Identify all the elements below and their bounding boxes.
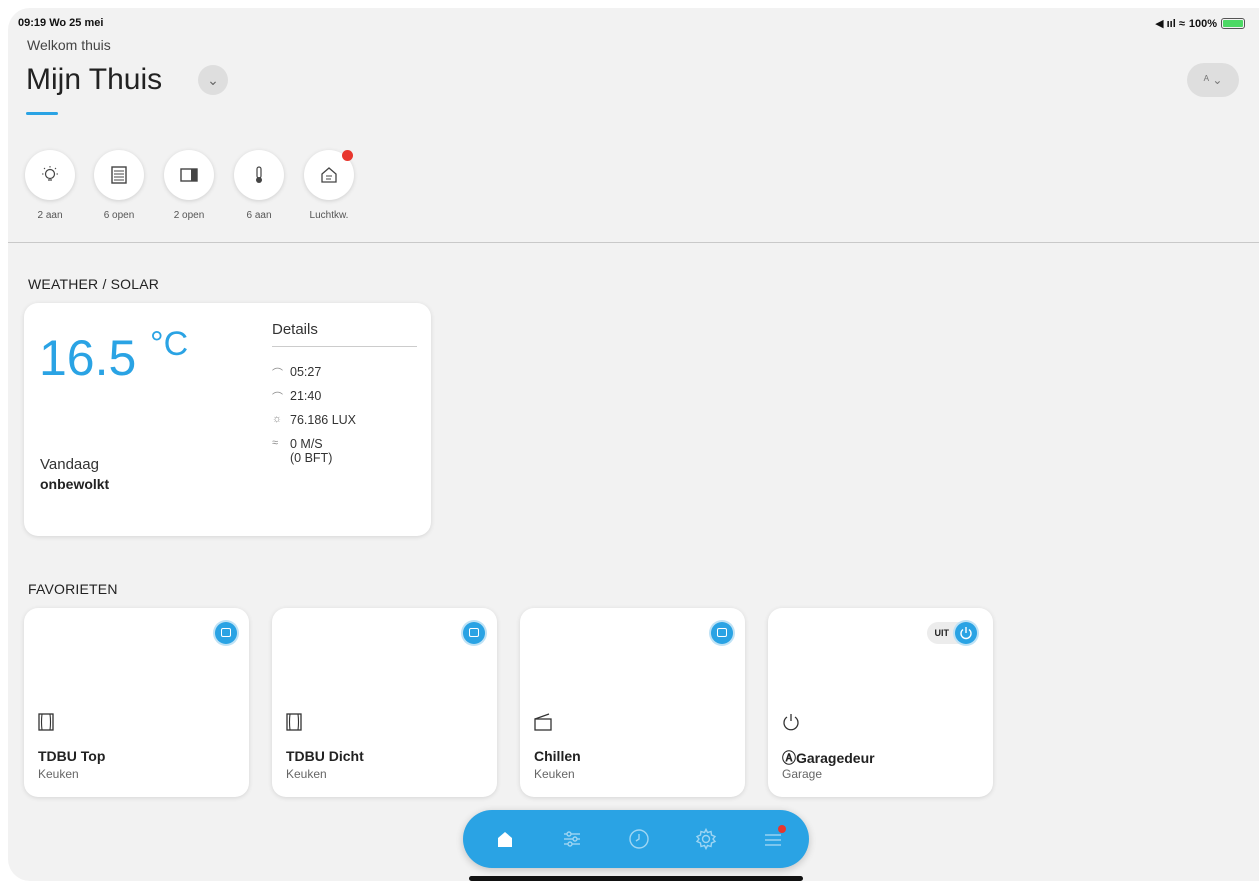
power-state-label: UIT bbox=[934, 628, 950, 638]
quick-label: 2 aan bbox=[37, 210, 63, 221]
power-toggle[interactable]: UIT bbox=[926, 622, 977, 644]
favorite-card-tdbu-top[interactable]: TDBU Top Keuken bbox=[24, 608, 249, 797]
welcome-text: Welkom thuis bbox=[27, 37, 111, 53]
quick-label: 2 open bbox=[173, 210, 205, 221]
quick-label: 6 aan bbox=[246, 210, 272, 221]
favorite-card-tdbu-dicht[interactable]: TDBU Dicht Keuken bbox=[272, 608, 497, 797]
notification-dot bbox=[342, 150, 353, 161]
bottom-navigation bbox=[463, 810, 809, 868]
status-time: 09:19 Wo 25 mei bbox=[18, 17, 104, 29]
air-quality-icon[interactable] bbox=[304, 150, 354, 200]
favorite-title: Chillen bbox=[534, 748, 581, 764]
favorite-room: Keuken bbox=[534, 767, 575, 781]
wind-bft: (0 BFT) bbox=[290, 451, 333, 465]
curtain-icon bbox=[38, 713, 54, 731]
favorite-room: Keuken bbox=[286, 767, 327, 781]
blinds-toggle-icon[interactable] bbox=[215, 622, 237, 644]
battery-percent: 100% bbox=[1188, 17, 1217, 30]
window-icon[interactable] bbox=[164, 150, 214, 200]
sliders-icon[interactable] bbox=[560, 827, 584, 851]
sunset-time: 21:40 bbox=[290, 389, 322, 403]
clock-icon[interactable] bbox=[627, 827, 651, 851]
signal-icon: ◀ ııl ≈ bbox=[1155, 18, 1185, 30]
today-label: Vandaag bbox=[40, 456, 99, 473]
favorite-title: ⒶGaragedeur bbox=[782, 750, 875, 766]
details-title: Details bbox=[272, 321, 318, 338]
quick-lights[interactable]: 2 aan bbox=[22, 150, 78, 221]
blinds-toggle-icon[interactable] bbox=[463, 622, 485, 644]
temperature-unit: °C bbox=[150, 325, 189, 363]
wind-speed: 0 M/S bbox=[290, 437, 323, 451]
sunset-icon: ⌒ bbox=[272, 392, 283, 404]
temperature-value: 16.5 bbox=[39, 330, 137, 386]
quick-blinds[interactable]: 6 open bbox=[91, 150, 147, 221]
sunset-row: ⌒ 21:40 bbox=[272, 389, 321, 405]
favorite-title: TDBU Dicht bbox=[286, 748, 364, 764]
home-switch-button[interactable]: ⌄ bbox=[198, 65, 228, 95]
power-icon bbox=[783, 714, 799, 731]
blinds-toggle-icon[interactable] bbox=[711, 622, 733, 644]
battery-icon bbox=[1221, 18, 1245, 29]
blinds-icon[interactable] bbox=[94, 150, 144, 200]
sunrise-row: ⌒ 05:27 bbox=[272, 365, 321, 381]
status-bar: 09:19 Wo 25 mei ◀ ııl ≈ 100% bbox=[8, 14, 1259, 32]
thermometer-icon[interactable] bbox=[234, 150, 284, 200]
menu-icon[interactable] bbox=[761, 825, 786, 851]
quick-air-quality[interactable]: Luchtkw. bbox=[301, 150, 357, 221]
app-screen: 09:19 Wo 25 mei ◀ ııl ≈ 100% Welkom thui… bbox=[8, 8, 1259, 881]
details-divider bbox=[272, 346, 417, 347]
favorite-room: Keuken bbox=[38, 767, 79, 781]
power-icon[interactable] bbox=[955, 622, 977, 644]
sunrise-time: 05:27 bbox=[290, 365, 322, 379]
notification-dot bbox=[778, 825, 786, 833]
quick-climate[interactable]: 6 aan bbox=[231, 150, 287, 221]
gear-icon[interactable] bbox=[694, 827, 718, 851]
wind-icon: ≈ bbox=[272, 437, 279, 449]
scene-icon bbox=[534, 713, 552, 731]
user-menu-button[interactable]: ᴬ ⌄ bbox=[1187, 63, 1239, 97]
weather-section-title: WEATHER / SOLAR bbox=[28, 276, 160, 292]
wind-row: ≈ 0 M/S (0 BFT) bbox=[272, 437, 332, 465]
lightbulb-icon[interactable] bbox=[25, 150, 75, 200]
quick-windows[interactable]: 2 open bbox=[161, 150, 217, 221]
lux-value: 76.186 LUX bbox=[290, 413, 357, 427]
weather-condition: onbewolkt bbox=[40, 476, 110, 492]
quick-label: 6 open bbox=[103, 210, 135, 221]
sunrise-icon: ⌒ bbox=[272, 368, 283, 380]
weather-card[interactable]: 16.5 °C Vandaag onbewolkt Details ⌒ 05:2… bbox=[24, 303, 431, 536]
title-underline bbox=[26, 112, 58, 115]
sun-icon: ☼ bbox=[272, 413, 283, 425]
home-title: Mijn Thuis bbox=[26, 63, 163, 96]
favorite-card-garagedeur[interactable]: UIT ⒶGaragedeur Garage bbox=[768, 608, 993, 797]
favorite-title: TDBU Top bbox=[38, 748, 106, 764]
home-icon[interactable] bbox=[493, 827, 517, 851]
curtain-icon bbox=[286, 713, 302, 731]
lux-row: ☼ 76.186 LUX bbox=[272, 413, 356, 427]
home-indicator bbox=[469, 876, 803, 881]
favorite-card-chillen[interactable]: Chillen Keuken bbox=[520, 608, 745, 797]
favorite-room: Garage bbox=[782, 767, 823, 781]
quick-label: Luchtkw. bbox=[309, 210, 349, 221]
section-divider bbox=[8, 242, 1259, 243]
status-indicators: ◀ ııl ≈ 100% bbox=[1155, 17, 1245, 30]
favorites-section-title: FAVORIETEN bbox=[28, 581, 118, 597]
